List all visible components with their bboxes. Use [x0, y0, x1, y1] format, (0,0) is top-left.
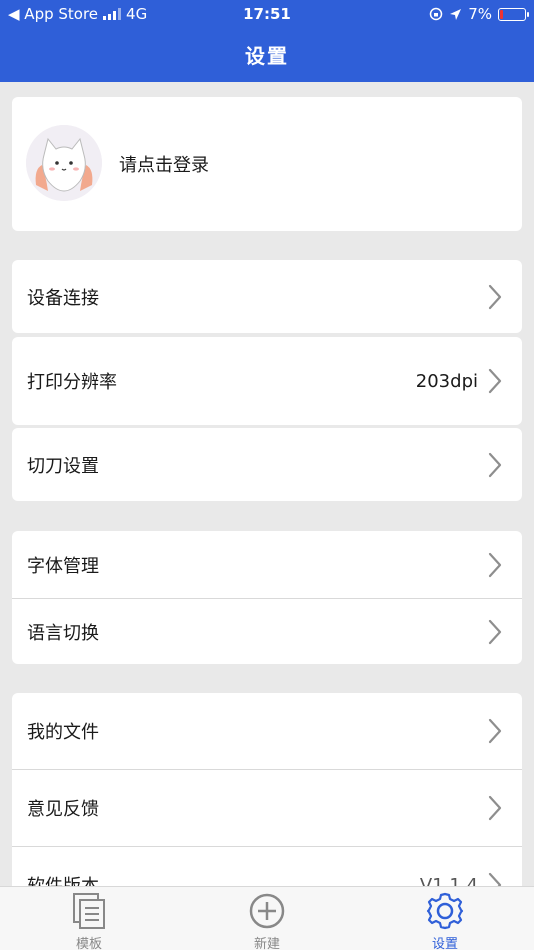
- my-files-row[interactable]: 我的文件: [12, 693, 522, 769]
- row-label: 意见反馈: [27, 799, 99, 820]
- tab-settings[interactable]: 设置: [405, 891, 485, 950]
- profile-card[interactable]: 请点击登录: [12, 97, 522, 231]
- tab-label: 模板: [75, 937, 102, 950]
- settings-group-1b: 打印分辨率 203dpi: [12, 337, 522, 425]
- chevron-right-icon: [488, 718, 502, 744]
- chevron-right-icon: [488, 619, 502, 644]
- feedback-row[interactable]: 意见反馈: [12, 770, 522, 846]
- print-resolution-row[interactable]: 打印分辨率 203dpi: [12, 337, 522, 425]
- orientation-lock-icon: [429, 7, 443, 21]
- gear-icon: [426, 892, 464, 930]
- tab-bar: 模板 新建 设置: [0, 886, 534, 950]
- cat-avatar-icon: [26, 125, 102, 201]
- settings-group-1c: 切刀设置: [12, 428, 522, 501]
- chevron-right-icon: [488, 368, 502, 394]
- status-bar: ◀ App Store 4G 17:51 7%: [0, 0, 534, 28]
- row-label: 语言切换: [27, 622, 99, 644]
- row-label: 切刀设置: [27, 455, 99, 477]
- document-copy-icon: [73, 893, 105, 929]
- chevron-right-icon: [488, 552, 502, 577]
- font-management-row[interactable]: 字体管理: [12, 531, 522, 598]
- tab-new[interactable]: 新建: [227, 891, 307, 950]
- nav-header: ◀ App Store 4G 17:51 7% 设置: [0, 0, 534, 82]
- battery-percent: 7%: [468, 5, 492, 23]
- tab-label: 新建: [253, 937, 280, 950]
- login-prompt[interactable]: 请点击登录: [119, 151, 209, 177]
- language-switch-row[interactable]: 语言切换: [12, 599, 522, 664]
- cutter-settings-row[interactable]: 切刀设置: [12, 428, 522, 501]
- chevron-right-icon: [488, 284, 502, 309]
- row-label: 字体管理: [27, 555, 99, 577]
- location-icon: [450, 8, 462, 20]
- plus-circle-icon: [249, 893, 285, 929]
- settings-group-2: 字体管理 语言切换: [12, 531, 522, 664]
- battery-icon: [498, 7, 529, 21]
- avatar[interactable]: [26, 125, 102, 201]
- row-label: 设备连接: [27, 287, 99, 309]
- settings-group-1a: 设备连接: [12, 260, 522, 333]
- resolution-value: 203dpi: [415, 370, 478, 392]
- chevron-right-icon: [488, 795, 502, 821]
- page-title: 设置: [245, 44, 289, 68]
- row-label: 我的文件: [27, 722, 99, 743]
- row-label: 打印分辨率: [27, 372, 117, 393]
- tab-templates[interactable]: 模板: [49, 891, 129, 950]
- chevron-right-icon: [488, 452, 502, 477]
- tab-label: 设置: [431, 937, 458, 950]
- device-connection-row[interactable]: 设备连接: [12, 260, 522, 333]
